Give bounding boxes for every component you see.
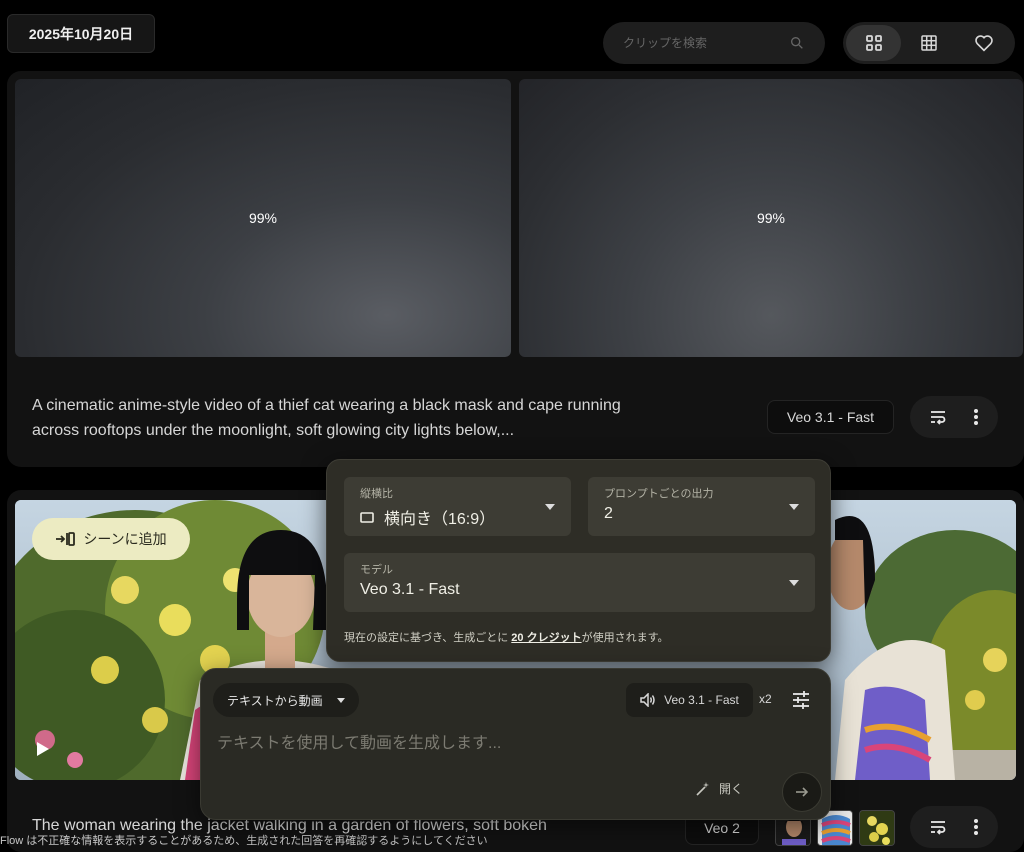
- aspect-ratio-value: 横向き（16:9）: [384, 511, 496, 528]
- search-box[interactable]: [603, 22, 825, 64]
- card-actions: [910, 396, 998, 438]
- table-view-button[interactable]: [901, 25, 956, 61]
- settings-tune-icon[interactable]: [791, 690, 811, 710]
- chevron-down-icon: [337, 697, 345, 703]
- clip-card: 99% 99% A cinematic anime-style video of…: [7, 71, 1024, 467]
- table-icon: [921, 35, 937, 51]
- prompt-text: A cinematic anime-style video of a thief…: [32, 397, 621, 439]
- model-label: モデル: [360, 564, 393, 576]
- mode-label: テキストから動画: [227, 693, 323, 708]
- grid-view-button[interactable]: [846, 25, 902, 61]
- arrow-right-icon: [796, 787, 809, 797]
- audio-icon: [640, 693, 655, 707]
- chevron-down-icon: [545, 503, 555, 510]
- generation-settings-popover: 縦横比 横向き（16:9） プロンプトごとの出力 2 モデル Veo 3.1 -…: [326, 459, 831, 662]
- send-button[interactable]: [782, 772, 822, 812]
- outputs-value: 2: [604, 505, 613, 522]
- credit-note-suffix: が使用されます。: [581, 632, 669, 644]
- outputs-label: プロンプトごとの出力: [604, 488, 714, 500]
- aspect-ratio-label: 縦横比: [360, 488, 393, 500]
- open-button[interactable]: 開く: [695, 780, 743, 797]
- grid-icon: [865, 35, 882, 51]
- favorites-view-button[interactable]: [957, 25, 1012, 61]
- reuse-prompt-icon[interactable]: [929, 818, 947, 836]
- outputs-per-prompt-select[interactable]: プロンプトごとの出力 2: [588, 477, 815, 536]
- generating-thumbnail[interactable]: 99%: [15, 79, 511, 357]
- prompt-composer: テキストから動画 Veo 3.1 - Fast x2 開く: [200, 668, 831, 820]
- view-toggle: [843, 22, 1015, 64]
- chevron-down-icon: [789, 503, 799, 510]
- magic-wand-icon: [696, 781, 709, 796]
- date-label: 2025年10月20日: [7, 14, 155, 53]
- generating-thumbnail[interactable]: 99%: [519, 79, 1023, 357]
- add-scene-icon: [56, 532, 76, 546]
- reuse-prompt-icon[interactable]: [929, 408, 947, 426]
- credits-link[interactable]: 20 クレジット: [511, 632, 581, 644]
- heart-icon: [975, 35, 994, 52]
- model-select[interactable]: モデル Veo 3.1 - Fast: [344, 553, 815, 612]
- model-value: Veo 3.1 - Fast: [360, 581, 460, 598]
- model-button-label: Veo 3.1 - Fast: [664, 693, 739, 707]
- mode-dropdown[interactable]: テキストから動画: [213, 683, 359, 717]
- model-chip: Veo 3.1 - Fast: [767, 400, 894, 434]
- more-icon[interactable]: [973, 818, 979, 836]
- landscape-icon: [360, 511, 374, 523]
- play-icon[interactable]: [36, 741, 50, 757]
- progress-label: 99%: [248, 210, 278, 226]
- reference-thumbnail[interactable]: [859, 810, 895, 846]
- aspect-ratio-select[interactable]: 縦横比 横向き（16:9）: [344, 477, 571, 536]
- output-count: x2: [759, 692, 772, 706]
- progress-label: 99%: [756, 210, 786, 226]
- chevron-down-icon: [789, 579, 799, 586]
- more-icon[interactable]: [973, 408, 979, 426]
- credit-note: 現在の設定に基づき、生成ごとに 20 クレジットが使用されます。: [344, 629, 669, 645]
- card-actions: [910, 806, 998, 848]
- prompt-input[interactable]: [217, 729, 807, 769]
- search-icon[interactable]: [789, 35, 805, 51]
- credit-note-prefix: 現在の設定に基づき、生成ごとに: [344, 632, 512, 644]
- model-button[interactable]: Veo 3.1 - Fast: [626, 683, 753, 717]
- add-to-scene-button[interactable]: シーンに追加: [32, 518, 190, 560]
- disclaimer-text: Flow は不正確な情報を表示することがあるため、生成された回答を再確認するよう…: [0, 835, 488, 847]
- search-input[interactable]: [623, 36, 789, 50]
- open-label: 開く: [719, 782, 744, 796]
- add-to-scene-label: シーンに追加: [83, 531, 167, 547]
